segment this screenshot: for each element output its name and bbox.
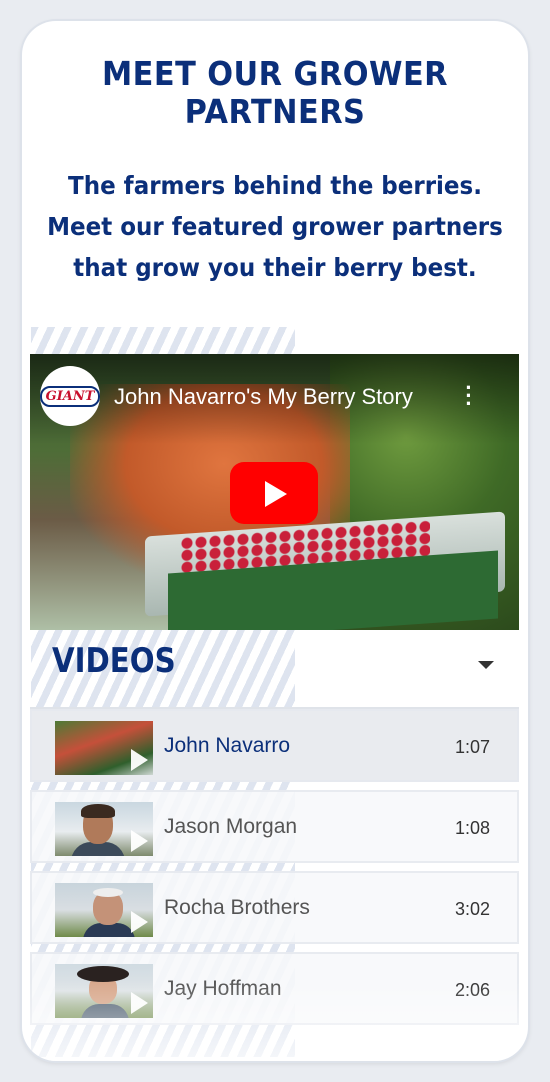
- channel-logo[interactable]: GIANT: [39, 366, 101, 426]
- thumbnail-person-hat: [77, 966, 129, 982]
- caret-down-icon[interactable]: [478, 661, 494, 669]
- video-list-item-rocha-brothers[interactable]: Rocha Brothers 3:02: [30, 871, 519, 944]
- video-list-item-label: Jay Hoffman: [164, 977, 282, 1000]
- video-duration: 3:02: [455, 899, 491, 919]
- video-duration: 1:08: [455, 818, 491, 838]
- video-title[interactable]: John Navarro's My Berry Story: [114, 384, 413, 410]
- thumbnail-person-body: [81, 1004, 129, 1018]
- play-icon: [131, 992, 148, 1014]
- play-icon: [131, 911, 148, 933]
- page-title: MEET OUR GROWER PARTNERS: [101, 54, 448, 131]
- video-list-item-label: John Navarro: [164, 734, 291, 757]
- kebab-menu-icon[interactable]: · · ·: [464, 377, 474, 415]
- video-list-item-john-navarro[interactable]: John Navarro 1:07: [30, 709, 519, 782]
- play-icon: [131, 830, 148, 852]
- video-thumbnail: [55, 964, 153, 1018]
- thumbnail-person-hair: [93, 888, 123, 897]
- play-icon: [131, 749, 148, 771]
- video-list-item-jason-morgan[interactable]: Jason Morgan 1:08: [30, 790, 519, 863]
- video-duration: 1:07: [455, 737, 491, 757]
- thumbnail-person-body: [71, 842, 125, 856]
- page-subtitle: The farmers behind the berries. Meet our…: [47, 171, 503, 282]
- video-duration: 2:06: [455, 980, 491, 1000]
- video-thumbnail: [55, 721, 153, 775]
- video-list: John Navarro 1:07 Jason Morgan 1:08 Roch…: [30, 709, 519, 1033]
- video-thumbnail: [55, 883, 153, 937]
- video-list-item-label: Rocha Brothers: [164, 896, 310, 919]
- thumbnail-person-body: [83, 923, 135, 937]
- thumbnail-person-hair: [81, 804, 115, 818]
- videos-section-heading: VIDEOS: [52, 641, 176, 681]
- channel-logo-text: GIANT: [39, 385, 101, 407]
- video-thumbnail: [55, 802, 153, 856]
- grower-partners-card: MEET OUR GROWER PARTNERS The farmers beh…: [22, 21, 528, 1061]
- video-list-item-jay-hoffman[interactable]: Jay Hoffman 2:06: [30, 952, 519, 1025]
- video-list-item-label: Jason Morgan: [164, 815, 298, 838]
- video-player[interactable]: GIANT John Navarro's My Berry Story · · ·: [30, 354, 519, 630]
- play-icon[interactable]: [230, 462, 318, 524]
